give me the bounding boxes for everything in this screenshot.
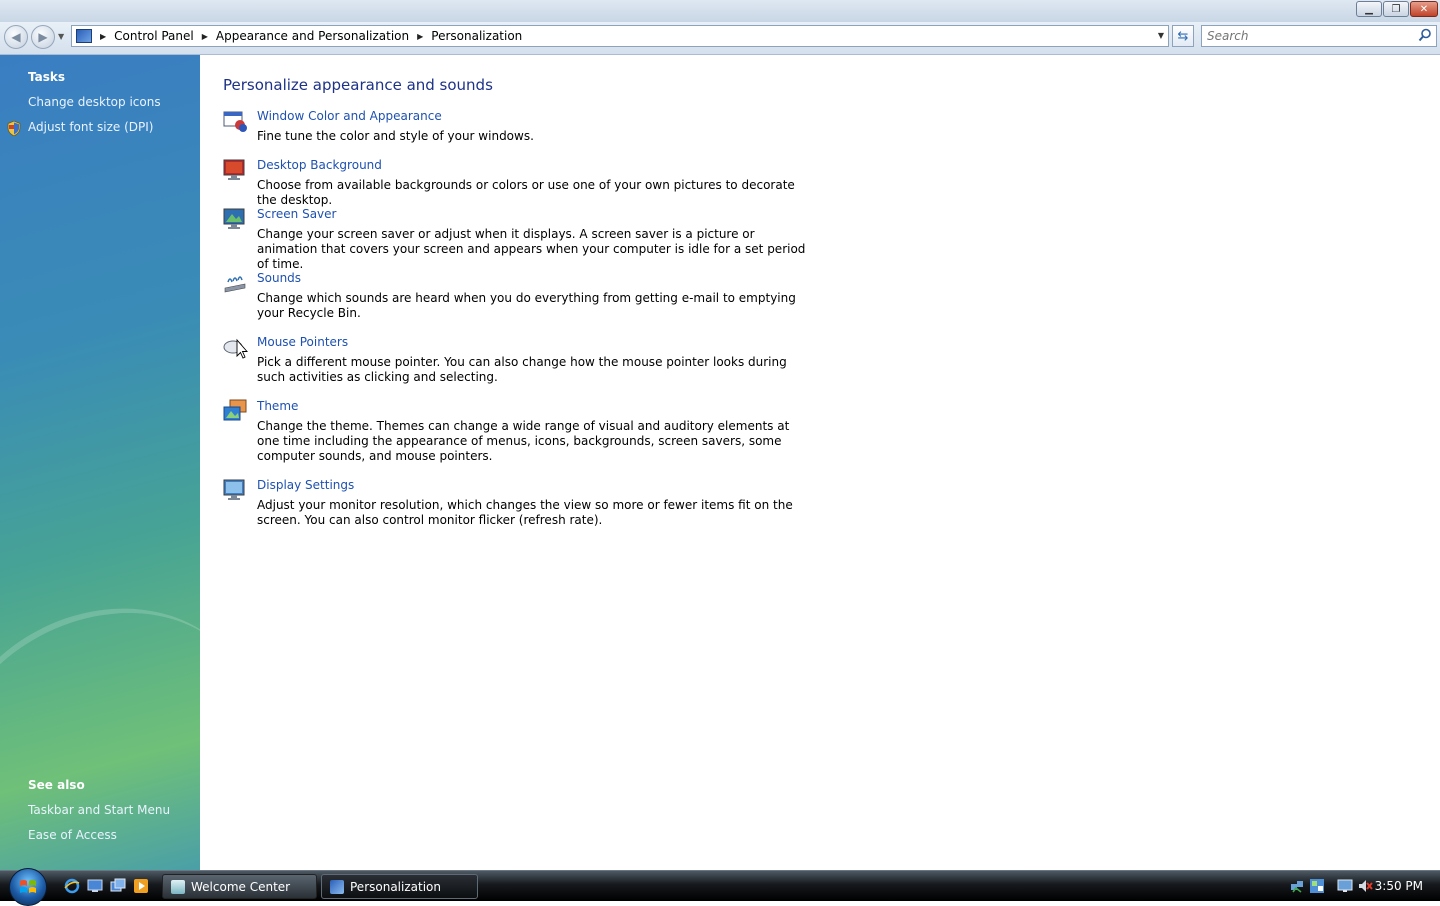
refresh-icon: ⇆ [1177,28,1189,44]
desc-theme: Change the theme. Themes can change a wi… [257,419,790,463]
search-icon[interactable] [1418,28,1432,42]
tasks-heading: Tasks [28,70,66,84]
task-pane: Tasks Change desktop icons Adjust font s… [0,55,200,870]
forward-arrow-icon: ▶ [38,30,48,44]
see-also-heading: See also [28,778,85,792]
desc-screen-saver: Change your screen saver or adjust when … [257,227,806,271]
sidebar-link-ease-of-access[interactable]: Ease of Access [28,828,117,842]
taskbar-button-label: Welcome Center [191,879,291,894]
desc-window-color-and-appearance: Fine tune the color and style of your wi… [257,129,534,143]
refresh-button[interactable]: ⇆ [1172,25,1194,47]
media-player-icon[interactable] [133,878,149,894]
breadcrumb-arrow-icon[interactable]: ▶ [100,32,106,41]
sidebar-link-taskbar-and-start-menu[interactable]: Taskbar and Start Menu [28,803,170,817]
internet-explorer-icon[interactable] [64,878,80,894]
back-arrow-icon: ◀ [11,30,21,44]
close-button[interactable]: ✕ [1410,1,1438,17]
monitor-icon[interactable] [1337,878,1353,894]
clock[interactable]: 3:50 PM [1375,879,1423,893]
taskbar-button-label: Personalization [350,879,441,894]
network-icon[interactable] [1289,878,1305,894]
breadcrumb-arrow-icon[interactable]: ▶ [202,32,208,41]
restore-button[interactable]: ❐ [1383,1,1409,17]
taskbar-button-welcome-center[interactable]: Welcome Center [162,874,317,899]
breadcrumb-appearance-and-personalization[interactable]: Appearance and Personalization [216,29,409,43]
back-button[interactable]: ◀ [4,25,28,49]
close-icon: ✕ [1419,3,1429,15]
breadcrumb-control-panel[interactable]: Control Panel [114,29,194,43]
personalization-icon [330,879,344,894]
caption-buttons: ▁ ❐ ✕ [1356,1,1438,17]
link-window-color-and-appearance[interactable]: Window Color and Appearance [257,109,442,123]
link-theme[interactable]: Theme [257,399,298,413]
window-titlebar: ▁ ❐ ✕ [0,0,1440,23]
mouse-pointers-icon[interactable] [222,334,248,360]
switch-windows-icon[interactable] [110,878,126,894]
breadcrumb-arrow-icon[interactable]: ▶ [417,32,423,41]
link-mouse-pointers[interactable]: Mouse Pointers [257,335,348,349]
display-settings-icon[interactable] [222,477,248,503]
sidebar-link-adjust-font-size[interactable]: Adjust font size (DPI) [28,120,153,134]
navigation-bar: ◀ ▶ ▼ ▶ Control Panel ▶ Appearance and P… [0,22,1440,55]
link-display-settings[interactable]: Display Settings [257,478,354,492]
theme-icon[interactable] [222,398,248,424]
windows-sidebar-icon[interactable] [1309,878,1325,894]
minimize-icon: ▁ [1365,3,1373,15]
minimize-button[interactable]: ▁ [1356,1,1382,17]
notification-area: 3:50 PM [1275,871,1440,901]
shield-icon [7,121,21,136]
screen-saver-icon[interactable] [222,206,248,232]
desktop-background-icon[interactable] [222,157,248,183]
start-button[interactable] [9,868,47,906]
recent-pages-dropdown[interactable]: ▼ [58,32,64,41]
search-input[interactable] [1207,27,1407,45]
restore-icon: ❐ [1391,3,1401,15]
control-panel-icon [76,29,92,43]
taskbar-button-personalization[interactable]: Personalization [321,874,478,899]
desc-mouse-pointers: Pick a different mouse pointer. You can … [257,355,787,384]
windows-logo-icon [20,880,36,893]
desc-sounds: Change which sounds are heard when you d… [257,291,796,320]
welcome-center-icon [171,879,185,894]
link-sounds[interactable]: Sounds [257,271,301,285]
address-bar[interactable]: ▶ Control Panel ▶ Appearance and Persona… [71,25,1169,47]
show-desktop-icon[interactable] [87,878,103,894]
sidebar-swirl-decoration [0,555,200,870]
window-color-icon[interactable] [222,108,248,134]
volume-muted-icon[interactable] [1357,878,1373,894]
sounds-icon[interactable] [222,270,248,296]
taskbar: Welcome Center Personalization 3:50 PM [0,868,1440,906]
page-title: Personalize appearance and sounds [223,76,493,94]
link-screen-saver[interactable]: Screen Saver [257,207,336,221]
address-history-dropdown[interactable]: ▼ [1158,31,1164,40]
forward-button[interactable]: ▶ [31,25,55,49]
breadcrumb-personalization[interactable]: Personalization [431,29,522,43]
chevron-down-icon: ▼ [58,32,65,41]
search-box[interactable] [1201,25,1437,47]
link-desktop-background[interactable]: Desktop Background [257,158,382,172]
sidebar-link-change-desktop-icons[interactable]: Change desktop icons [28,95,161,109]
desc-display-settings: Adjust your monitor resolution, which ch… [257,498,793,527]
desc-desktop-background: Choose from available backgrounds or col… [257,178,795,207]
